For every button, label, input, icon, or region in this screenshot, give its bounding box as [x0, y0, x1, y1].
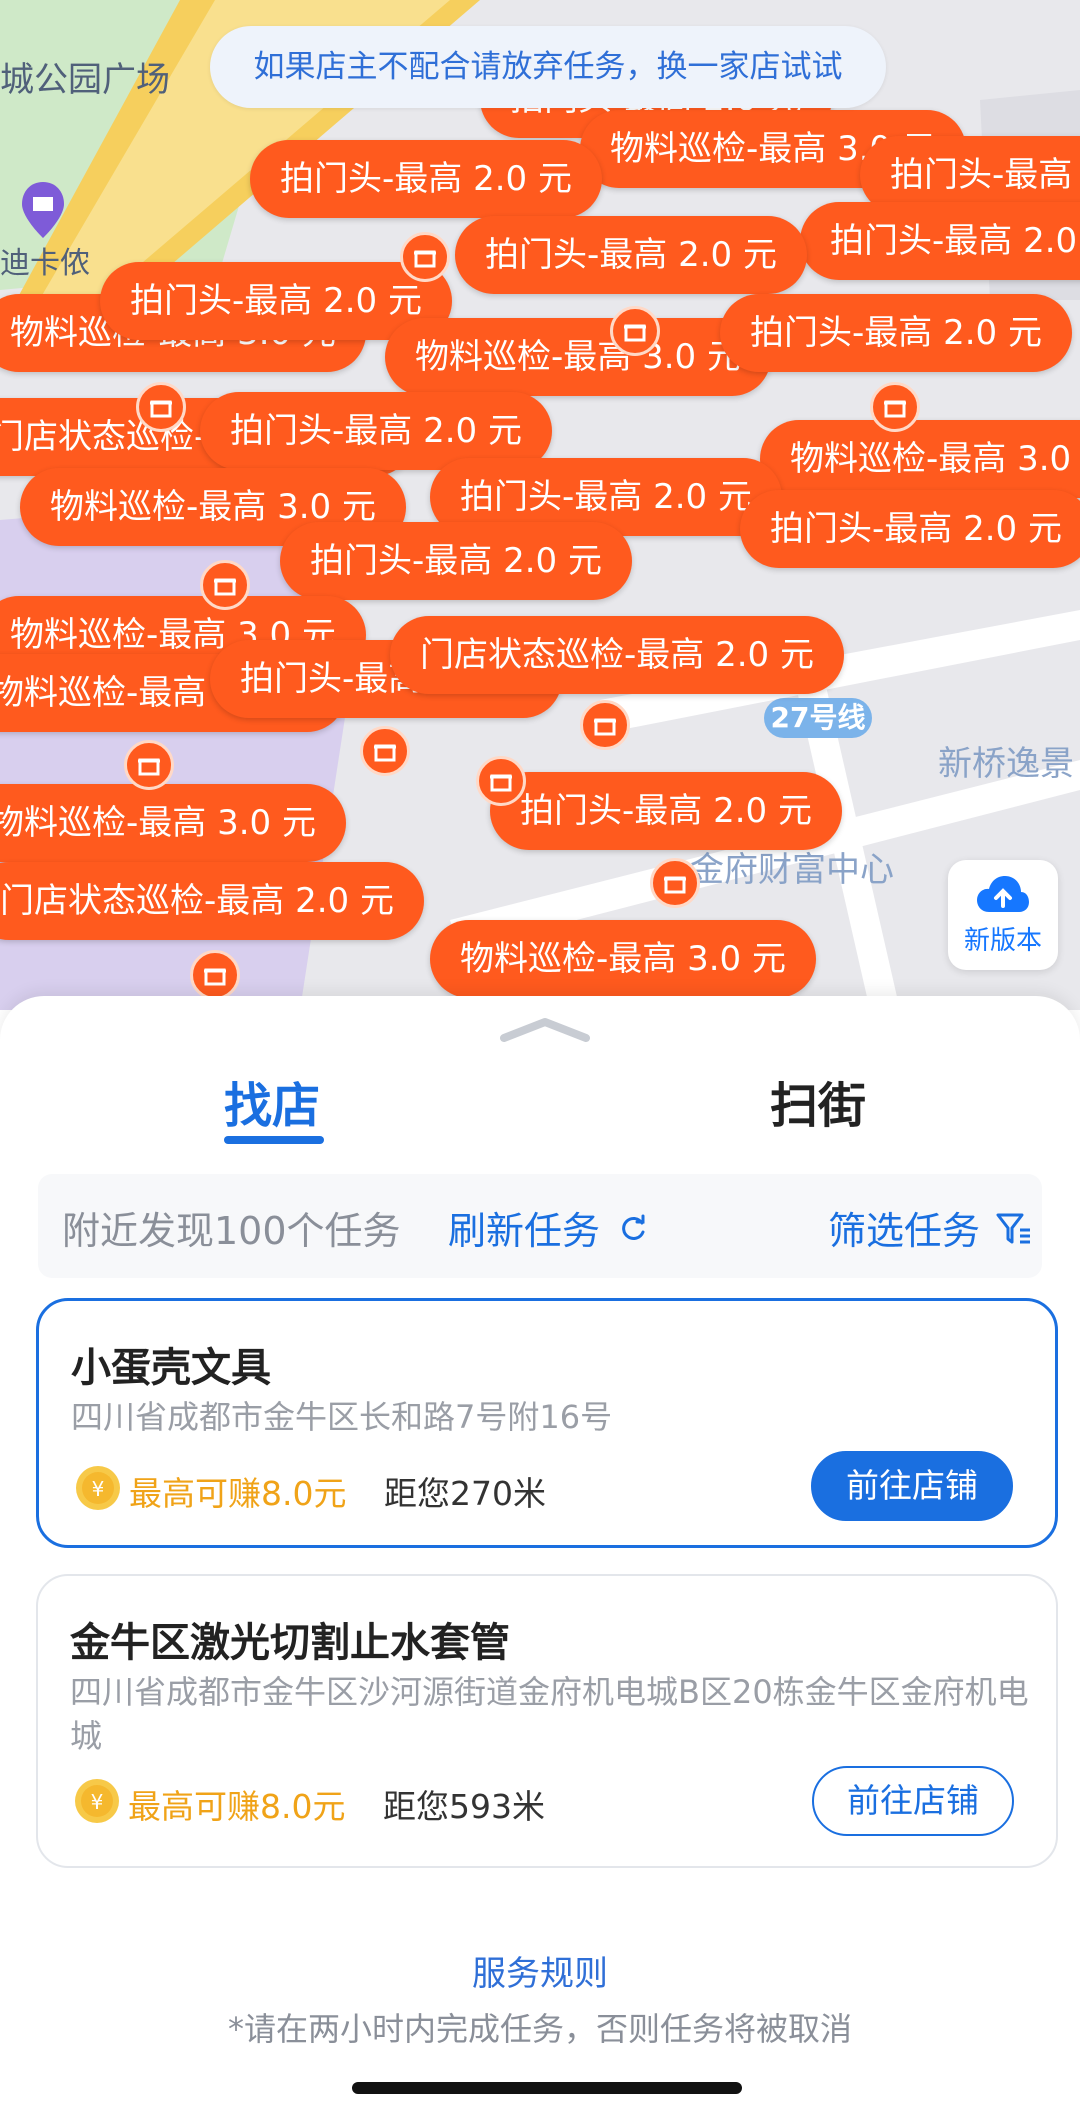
map-label-xinqiao: 新桥逸景 [938, 744, 1074, 784]
go-to-store-button[interactable]: 前往店铺 [811, 1451, 1013, 1521]
go-to-store-button[interactable]: 前往店铺 [812, 1766, 1014, 1836]
new-version-label: 新版本 [963, 925, 1042, 956]
tab-sweep-street[interactable]: 扫街 [770, 1066, 866, 1136]
store-pin-icon[interactable] [190, 950, 240, 1000]
store-pin-icon[interactable] [580, 700, 630, 750]
store-pin-icon[interactable] [124, 740, 174, 790]
map-task-bubble[interactable]: 物料巡检-最高 3.0 元 [430, 920, 816, 998]
store-pin-icon[interactable] [360, 726, 410, 776]
chevron-up-icon[interactable] [500, 1016, 590, 1044]
service-rules-link[interactable]: 服务规则 [0, 1946, 1080, 1995]
map-label-decathlon: 迪卡侬 [0, 246, 90, 281]
store-pin-icon[interactable] [870, 382, 920, 432]
filter-tasks-button[interactable]: 筛选任务 [828, 1200, 980, 1255]
tip-banner: 如果店主不配合请放弃任务，换一家店试试 [210, 26, 886, 108]
coin-icon: ¥ [76, 1466, 120, 1510]
tab-find-store[interactable]: 找店 [224, 1066, 320, 1136]
max-earn: 最高可赚8.0元 [129, 1474, 347, 1513]
tab-bar: 找店 扫街 [0, 1066, 1080, 1176]
svg-text:¥: ¥ [92, 1477, 105, 1501]
filter-icon[interactable] [996, 1212, 1032, 1246]
time-limit-notice: *请在两小时内完成任务，否则任务将被取消 [227, 2010, 852, 2048]
new-version-button[interactable]: 新版本 [948, 860, 1058, 970]
map-task-bubble[interactable]: 门店状态巡检-最高 2.0 元 [0, 862, 424, 940]
store-distance: 距您593米 [383, 1787, 545, 1826]
task-summary-bar: 附近发现100个任务 刷新任务 筛选任务 [38, 1174, 1042, 1278]
store-pin-icon[interactable] [200, 560, 250, 610]
store-pin-icon[interactable] [476, 756, 526, 806]
map-task-bubble[interactable]: 物料巡检-最高 3.0 元 [760, 420, 1080, 498]
map-task-bubble[interactable]: 门店状态巡检-最高 2.0 元 [390, 616, 844, 694]
task-count: 附近发现100个任务 [62, 1209, 401, 1253]
store-address: 四川省成都市金牛区长和路7号附16号 [71, 1398, 613, 1436]
map-task-bubble[interactable]: 拍门头-最高 2.0 元 [490, 772, 842, 850]
map-task-bubble[interactable]: 拍门头-最高 2.0 元 [720, 294, 1072, 372]
map-task-bubble[interactable]: 拍门头-最高 2.0 元 [455, 216, 807, 294]
metro-line-badge: 27号线 [764, 698, 872, 738]
svg-text:¥: ¥ [91, 1790, 104, 1814]
home-indicator[interactable] [352, 2082, 742, 2094]
coin-icon: ¥ [75, 1779, 119, 1823]
refresh-tasks-button[interactable]: 刷新任务 [448, 1200, 600, 1255]
store-card[interactable]: 小蛋壳文具 四川省成都市金牛区长和路7号附16号 ¥ 最高可赚8.0元 距您27… [36, 1298, 1058, 1548]
store-card[interactable]: 金牛区激光切割止水套管 四川省成都市金牛区沙河源街道金府机电城B区20栋金牛区金… [36, 1574, 1058, 1868]
map-task-bubble[interactable]: 拍门头-最高 2.0 元 [800, 202, 1080, 280]
store-name: 小蛋壳文具 [71, 1345, 271, 1391]
max-earn: 最高可赚8.0元 [128, 1787, 346, 1826]
bottom-sheet: 找店 扫街 附近发现100个任务 刷新任务 筛选任务 小蛋壳文具 四川省成都市金… [0, 996, 1080, 2124]
tab-underline [224, 1136, 324, 1144]
map-task-bubble[interactable]: 拍门头-最高 2.0 元 [740, 490, 1080, 568]
store-name: 金牛区激光切割止水套管 [70, 1620, 510, 1666]
map-task-bubble[interactable]: 拍门头-最高 2.0 元 [250, 140, 602, 218]
place-pin-icon [22, 182, 64, 238]
store-address: 四川省成都市金牛区沙河源街道金府机电城B区20栋金牛区金府机电城 [70, 1673, 1029, 1755]
cloud-upload-icon [977, 875, 1029, 912]
map-task-bubble[interactable]: 物料巡检-最高 3.0 元 [0, 784, 346, 862]
refresh-icon[interactable] [620, 1214, 648, 1242]
store-pin-icon[interactable] [610, 306, 660, 356]
map-label-park: 城公园广场 [0, 60, 170, 100]
store-pin-icon[interactable] [650, 858, 700, 908]
map-task-bubble[interactable]: 物料巡检-最高 3.0 元 [385, 318, 771, 396]
store-pin-icon[interactable] [136, 382, 186, 432]
store-pin-icon[interactable] [400, 232, 450, 282]
task-map[interactable]: 城公园广场 迪卡侬 新桥逸景 金府财富中心 27号线 拍门头-最高 2.0 元 … [0, 0, 1080, 1010]
map-task-bubble[interactable]: 拍门头-最高 2.0 元 [280, 522, 632, 600]
store-distance: 距您270米 [384, 1474, 546, 1513]
